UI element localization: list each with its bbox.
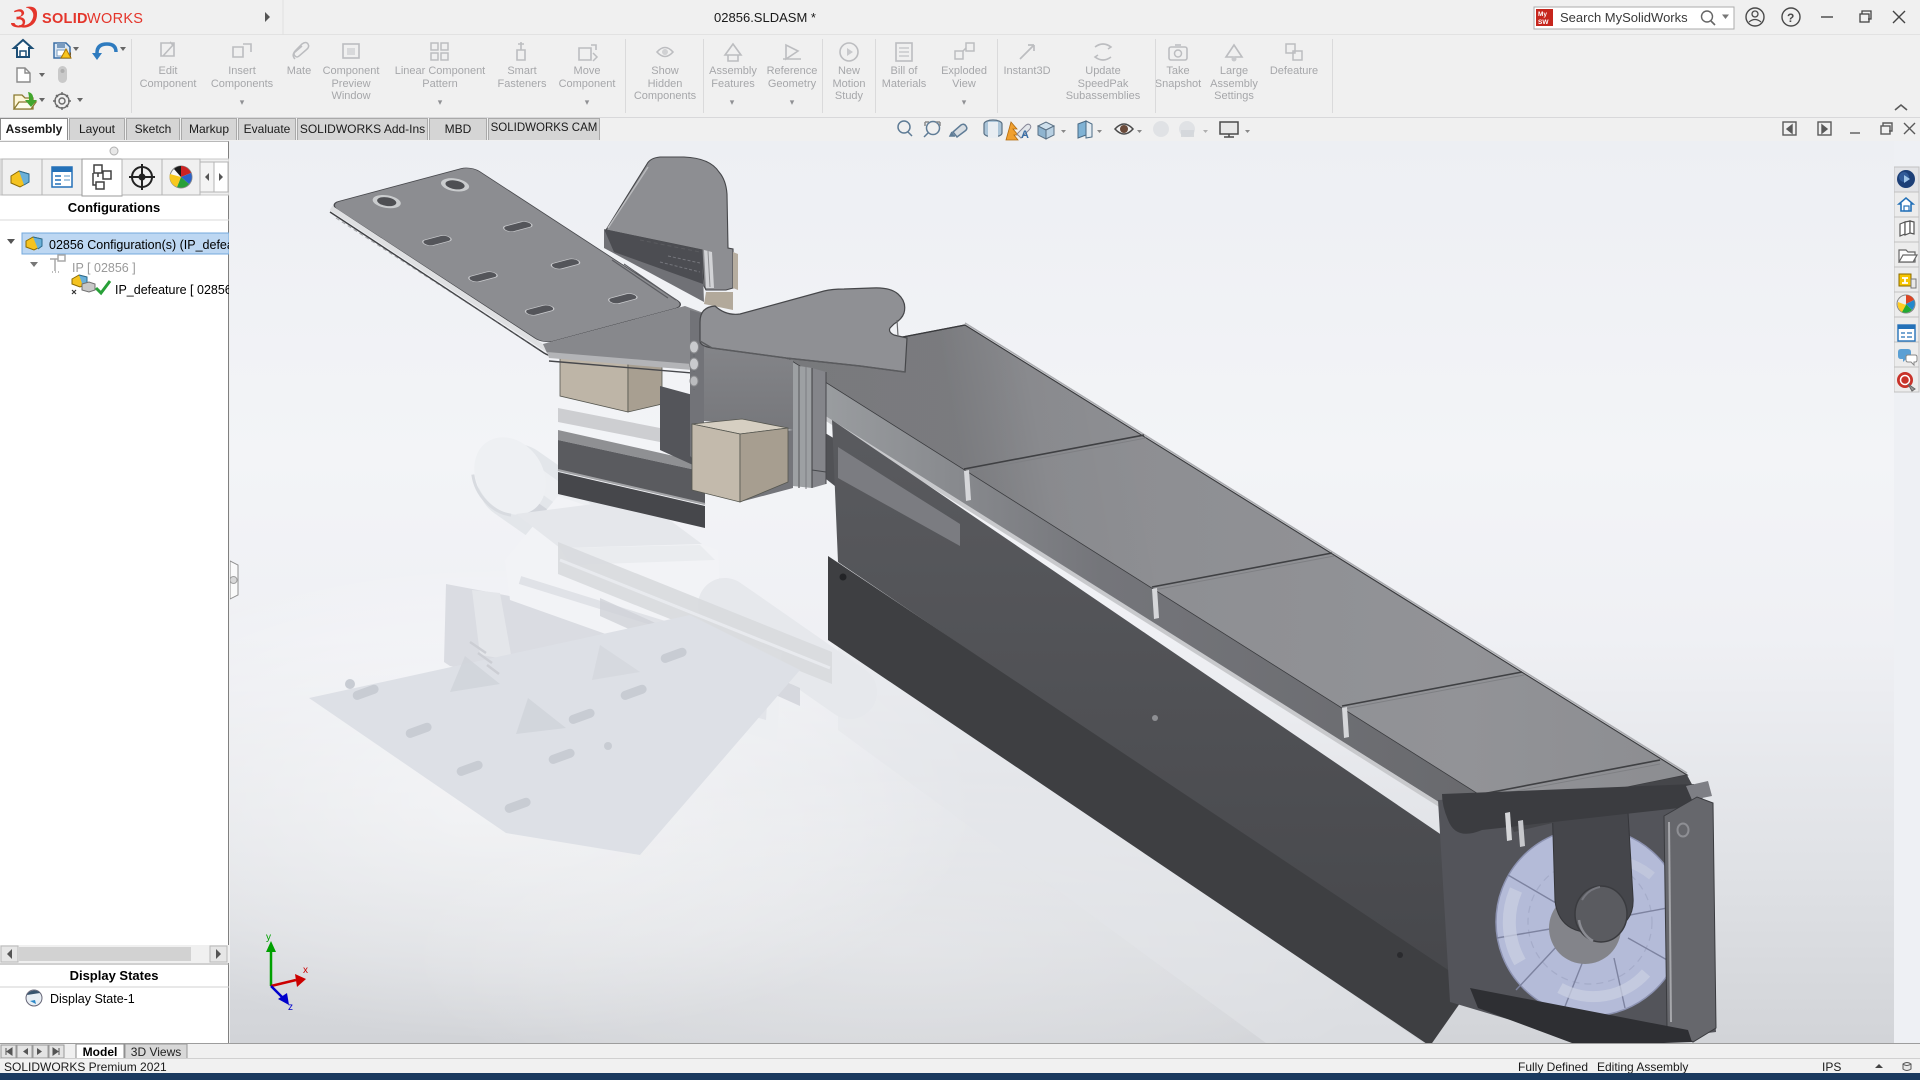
svg-text:Configurations: Configurations xyxy=(68,200,160,215)
svg-text:?: ? xyxy=(1787,11,1794,25)
svg-text:Display State-1: Display State-1 xyxy=(50,992,135,1006)
svg-text:Display States: Display States xyxy=(70,968,159,983)
svg-text:x: x xyxy=(303,965,308,976)
svg-text:3D Views: 3D Views xyxy=(131,1045,181,1059)
svg-text:My: My xyxy=(1538,11,1547,18)
svg-text:!: ! xyxy=(70,53,72,59)
svg-text:A: A xyxy=(1021,129,1029,141)
svg-text:IP [ 02856 ]: IP [ 02856 ] xyxy=(72,261,136,275)
svg-text:WORKS: WORKS xyxy=(87,11,143,27)
svg-text:Search MySolidWorks: Search MySolidWorks xyxy=(1560,10,1688,25)
svg-text:z: z xyxy=(288,1002,293,1013)
svg-text:SW: SW xyxy=(1538,19,1549,26)
svg-text:02856 Configuration(s) (IP_de: 02856 Configuration(s) (IP_defeat xyxy=(49,238,229,252)
svg-text:Model: Model xyxy=(83,1045,118,1059)
svg-text:y: y xyxy=(266,932,271,943)
svg-text:IP_defeature [ 02856: IP_defeature [ 02856 xyxy=(115,283,229,297)
svg-text:SOLID: SOLID xyxy=(42,11,88,27)
